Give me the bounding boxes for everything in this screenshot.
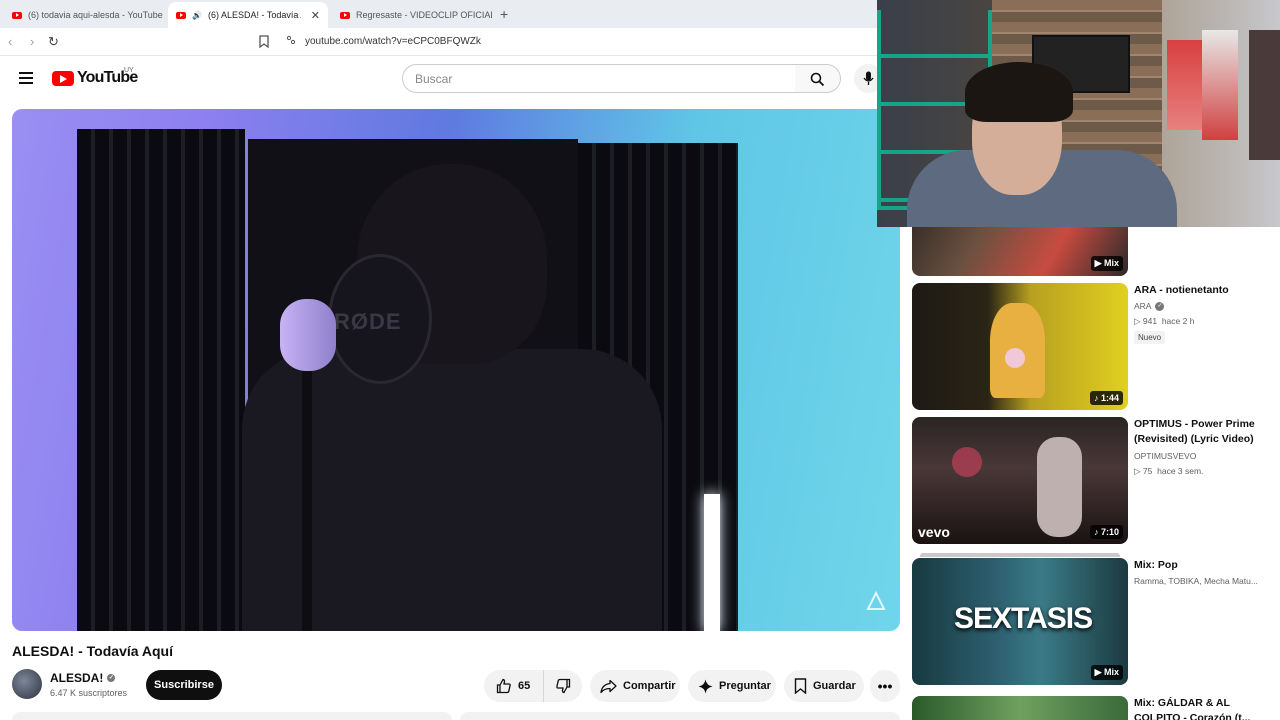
recommendation-stats: ▷ 75 hace 3 sem. — [1134, 466, 1204, 476]
wall-poster — [1167, 40, 1203, 130]
recommendation-channels[interactable]: Ramma, TOBIKA, Mecha Matu... — [1134, 576, 1274, 586]
save-label: Guardar — [813, 680, 856, 692]
site-settings-icon[interactable] — [286, 35, 296, 45]
thumbs-down-icon — [556, 678, 571, 694]
acoustic-panel — [77, 129, 245, 631]
browser-tab[interactable]: (6) todavia aqui-alesda - YouTube — [4, 4, 164, 26]
video-player[interactable]: RØDE — [12, 109, 900, 631]
recommendation-channel[interactable]: OPTIMUSVEVO — [1134, 451, 1196, 461]
video-thumbnail[interactable]: ♪ 1:44 — [912, 283, 1128, 410]
ask-button[interactable]: Preguntar — [688, 670, 776, 702]
duration-badge: ♪ 7:10 — [1089, 525, 1123, 539]
new-badge: Nuevo — [1134, 331, 1166, 344]
browser-tab-active[interactable]: 🔊 (6) ALESDA! - Todavía Aquí - Y ✕ — [168, 2, 328, 28]
tab-label: (6) ALESDA! - Todavía Aquí - Y — [207, 10, 301, 20]
youtube-favicon-icon — [176, 11, 186, 19]
recommendation-title[interactable]: Mix: Pop — [1134, 558, 1274, 573]
more-actions-button[interactable]: ••• — [870, 670, 900, 702]
vevo-logo: vevo — [918, 524, 950, 540]
recommendation-item[interactable]: vevo ♪ 7:10 OPTIMUS - Power Prime (Revis… — [912, 417, 1272, 544]
sparkle-icon — [698, 679, 713, 693]
share-label: Compartir — [623, 680, 676, 692]
recommendation-stats: ▷ 941 hace 2 h — [1134, 316, 1195, 326]
share-button[interactable]: Compartir — [590, 670, 680, 702]
recommendation-title[interactable]: OPTIMUS - Power Prime (Revisited) (Lyric… — [1134, 417, 1274, 447]
speaker-icon: 🔊 — [192, 10, 202, 20]
share-arrow-icon — [600, 679, 617, 693]
comments-box[interactable] — [460, 712, 900, 720]
verified-icon: ✓ — [1155, 301, 1165, 311]
channel-avatar[interactable] — [12, 669, 42, 699]
search-button[interactable] — [795, 64, 841, 93]
playlist-icon: ▶ — [1094, 258, 1104, 268]
youtube-favicon-icon — [340, 11, 350, 19]
search-icon — [810, 72, 825, 87]
wall-poster — [1249, 30, 1280, 160]
tab-label: (6) todavia aqui-alesda - YouTube — [28, 10, 163, 20]
microphone — [280, 299, 336, 371]
save-button[interactable]: Guardar — [784, 670, 864, 702]
recommendation-item[interactable]: ♪ 1:44 ARA - notienetanto ARA ✓ ▷ 941 ha… — [912, 283, 1272, 410]
bookmark-icon[interactable] — [259, 35, 269, 48]
playlist-icon: ▶ — [1094, 667, 1104, 677]
more-dots-icon: ••• — [877, 678, 893, 694]
video-thumbnail[interactable] — [912, 696, 1128, 720]
browser-tab[interactable]: Regresaste - VIDEOCLIP OFICIAL (Ho — [332, 4, 492, 26]
youtube-play-icon — [52, 70, 74, 86]
close-tab-icon[interactable]: ✕ — [311, 9, 320, 22]
channel-name-link[interactable]: ALESDA! ✓ — [50, 671, 116, 685]
address-bar[interactable]: youtube.com/watch?v=eCPC0BFQWZk — [305, 36, 481, 47]
like-dislike-group: 65 — [484, 670, 582, 702]
thumbnail-figure — [1037, 437, 1082, 537]
video-title: ALESDA! - Todavía Aquí — [12, 643, 173, 659]
channel-name: ALESDA! — [50, 671, 104, 685]
like-button[interactable]: 65 — [484, 670, 544, 702]
duration-badge: ♪ 1:44 — [1089, 391, 1123, 405]
webcam-overlay — [877, 0, 1280, 227]
mic-stand — [302, 371, 312, 631]
tail-light — [952, 447, 982, 477]
mix-badge: ▶ Mix — [1090, 256, 1123, 271]
subscriber-count: 6.47 K suscriptores — [50, 688, 128, 698]
recommendation-item[interactable]: ▶ Mix — [912, 149, 1272, 276]
dislike-button[interactable] — [544, 670, 582, 702]
recommendation-channel[interactable]: ARA ✓ — [1134, 301, 1165, 311]
save-bookmark-icon — [794, 678, 807, 694]
recommendation-title[interactable]: ARA - notienetanto — [1134, 283, 1274, 298]
bubblegum — [1005, 348, 1025, 368]
streamer-hair — [965, 62, 1073, 122]
wall-poster — [1202, 30, 1238, 140]
new-tab-icon[interactable]: + — [500, 6, 508, 22]
microphone-icon — [863, 71, 874, 85]
tab-label: Regresaste - VIDEOCLIP OFICIAL (Ho — [356, 10, 492, 20]
hamburger-menu-icon[interactable] — [19, 72, 33, 84]
thumbnail-title-text: SEXTASIS — [954, 602, 1093, 635]
recommendation-item[interactable]: Mix: GÁLDAR & AL COLPITO - Corazón (t... — [912, 696, 1272, 720]
mic-brand-text: RØDE — [334, 309, 402, 334]
ask-label: Preguntar — [719, 680, 771, 692]
search-input[interactable]: Buscar — [402, 64, 796, 93]
video-thumbnail[interactable]: vevo ♪ 7:10 — [912, 417, 1128, 544]
forward-arrow-icon[interactable]: › — [30, 34, 34, 49]
verified-icon: ✓ — [107, 674, 116, 682]
play-icon: ▷ — [1134, 466, 1143, 476]
back-arrow-icon[interactable]: ‹ — [8, 34, 12, 49]
mix-stack-edge — [920, 553, 1120, 557]
screen: (6) todavia aqui-alesda - YouTube 🔊 (6) … — [0, 0, 1280, 720]
recommendation-title[interactable]: Mix: GÁLDAR & AL COLPITO - Corazón (t... — [1134, 696, 1274, 720]
watermark-logo-icon — [866, 591, 886, 610]
country-code: UY — [124, 67, 134, 74]
youtube-favicon-icon — [12, 11, 22, 19]
video-thumbnail[interactable]: SEXTASIS ▶ Mix — [912, 558, 1128, 685]
light-strip — [704, 494, 720, 631]
like-count: 65 — [518, 680, 531, 692]
reload-icon[interactable]: ↻ — [48, 34, 59, 50]
description-box[interactable] — [12, 712, 452, 720]
mix-badge: ▶ Mix — [1090, 665, 1123, 680]
thumbs-up-icon — [496, 678, 511, 694]
recommendation-item[interactable]: SEXTASIS ▶ Mix Mix: Pop Ramma, TOBIKA, M… — [912, 553, 1274, 685]
play-icon: ▷ — [1134, 316, 1143, 326]
subscribe-button[interactable]: Suscribirse — [146, 670, 222, 700]
